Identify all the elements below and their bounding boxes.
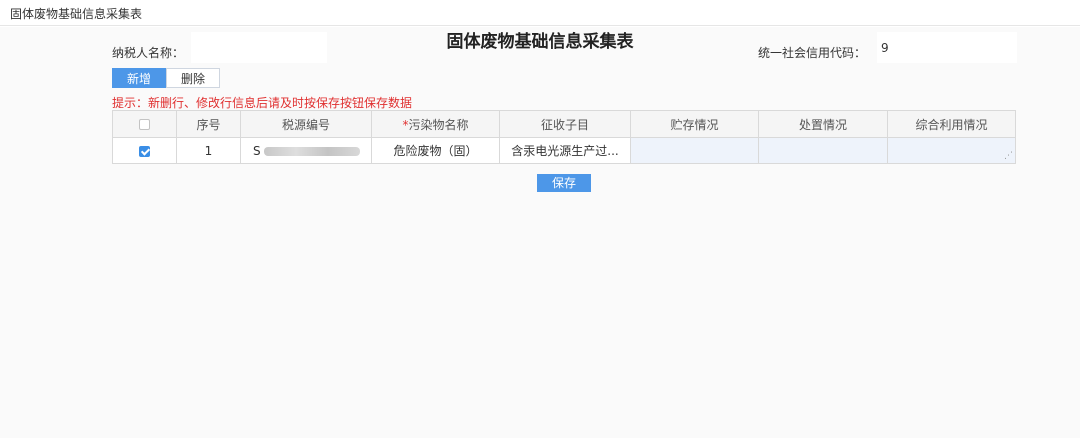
add-row-button[interactable]: 新增 bbox=[112, 68, 167, 88]
column-header-utilization: 综合利用情况 bbox=[887, 110, 1016, 138]
column-header-index: 序号 bbox=[176, 110, 241, 138]
credit-code-label: 统一社会信用代码： bbox=[758, 46, 867, 60]
form-page: 固体废物基础信息采集表 纳税人名称： 统一社会信用代码： bbox=[0, 27, 1080, 438]
column-header-storage: 贮存情况 bbox=[630, 110, 759, 138]
save-hint: 提示：新删行、修改行信息后请及时按保存按钮保存数据 bbox=[112, 96, 413, 110]
redacted-source-no bbox=[264, 146, 361, 156]
delete-row-button[interactable]: 删除 bbox=[166, 68, 221, 88]
column-header-pollutant: *污染物名称 bbox=[371, 110, 500, 138]
waste-info-table: 序号 税源编号 *污染物名称 征收子目 贮存情况 处置情况 综合利用情况 1 S… bbox=[112, 110, 1016, 164]
taxpayer-label: 纳税人名称： bbox=[112, 46, 185, 60]
save-button[interactable]: 保存 bbox=[537, 174, 591, 192]
table-header-row: 序号 税源编号 *污染物名称 征收子目 贮存情况 处置情况 综合利用情况 bbox=[112, 110, 1016, 138]
source-no-prefix: S bbox=[253, 143, 261, 158]
tab-title[interactable]: 固体废物基础信息采集表 bbox=[10, 5, 142, 22]
select-all-header[interactable] bbox=[112, 110, 177, 138]
row-sub-item-cell[interactable]: 含汞电光源生产过... bbox=[499, 137, 631, 164]
row-disposal-cell[interactable] bbox=[758, 137, 888, 164]
row-select-cell[interactable] bbox=[112, 137, 177, 164]
column-header-source-no: 税源编号 bbox=[240, 110, 372, 138]
credit-code-field[interactable] bbox=[877, 32, 1017, 63]
row-action-buttons: 新增 删除 bbox=[112, 68, 221, 88]
row-storage-cell[interactable] bbox=[630, 137, 759, 164]
resize-grip-icon[interactable]: ⋰ bbox=[1004, 152, 1013, 161]
row-pollutant-cell[interactable]: 危险废物（固） bbox=[371, 137, 500, 164]
row-index-cell: 1 bbox=[176, 137, 241, 164]
column-header-pollutant-label: 污染物名称 bbox=[408, 117, 469, 132]
row-source-no-cell: S bbox=[240, 137, 372, 164]
column-header-disposal: 处置情况 bbox=[758, 110, 888, 138]
table-row[interactable]: 1 S 危险废物（固） 含汞电光源生产过... ⋰ bbox=[112, 137, 1016, 164]
taxpayer-name-field[interactable] bbox=[191, 32, 327, 63]
tab-strip: 固体废物基础信息采集表 bbox=[0, 0, 1080, 26]
row-utilization-cell[interactable]: ⋰ bbox=[887, 137, 1016, 164]
select-all-checkbox[interactable] bbox=[139, 119, 150, 130]
column-header-sub-item: 征收子目 bbox=[499, 110, 631, 138]
row-checkbox[interactable] bbox=[139, 145, 150, 157]
